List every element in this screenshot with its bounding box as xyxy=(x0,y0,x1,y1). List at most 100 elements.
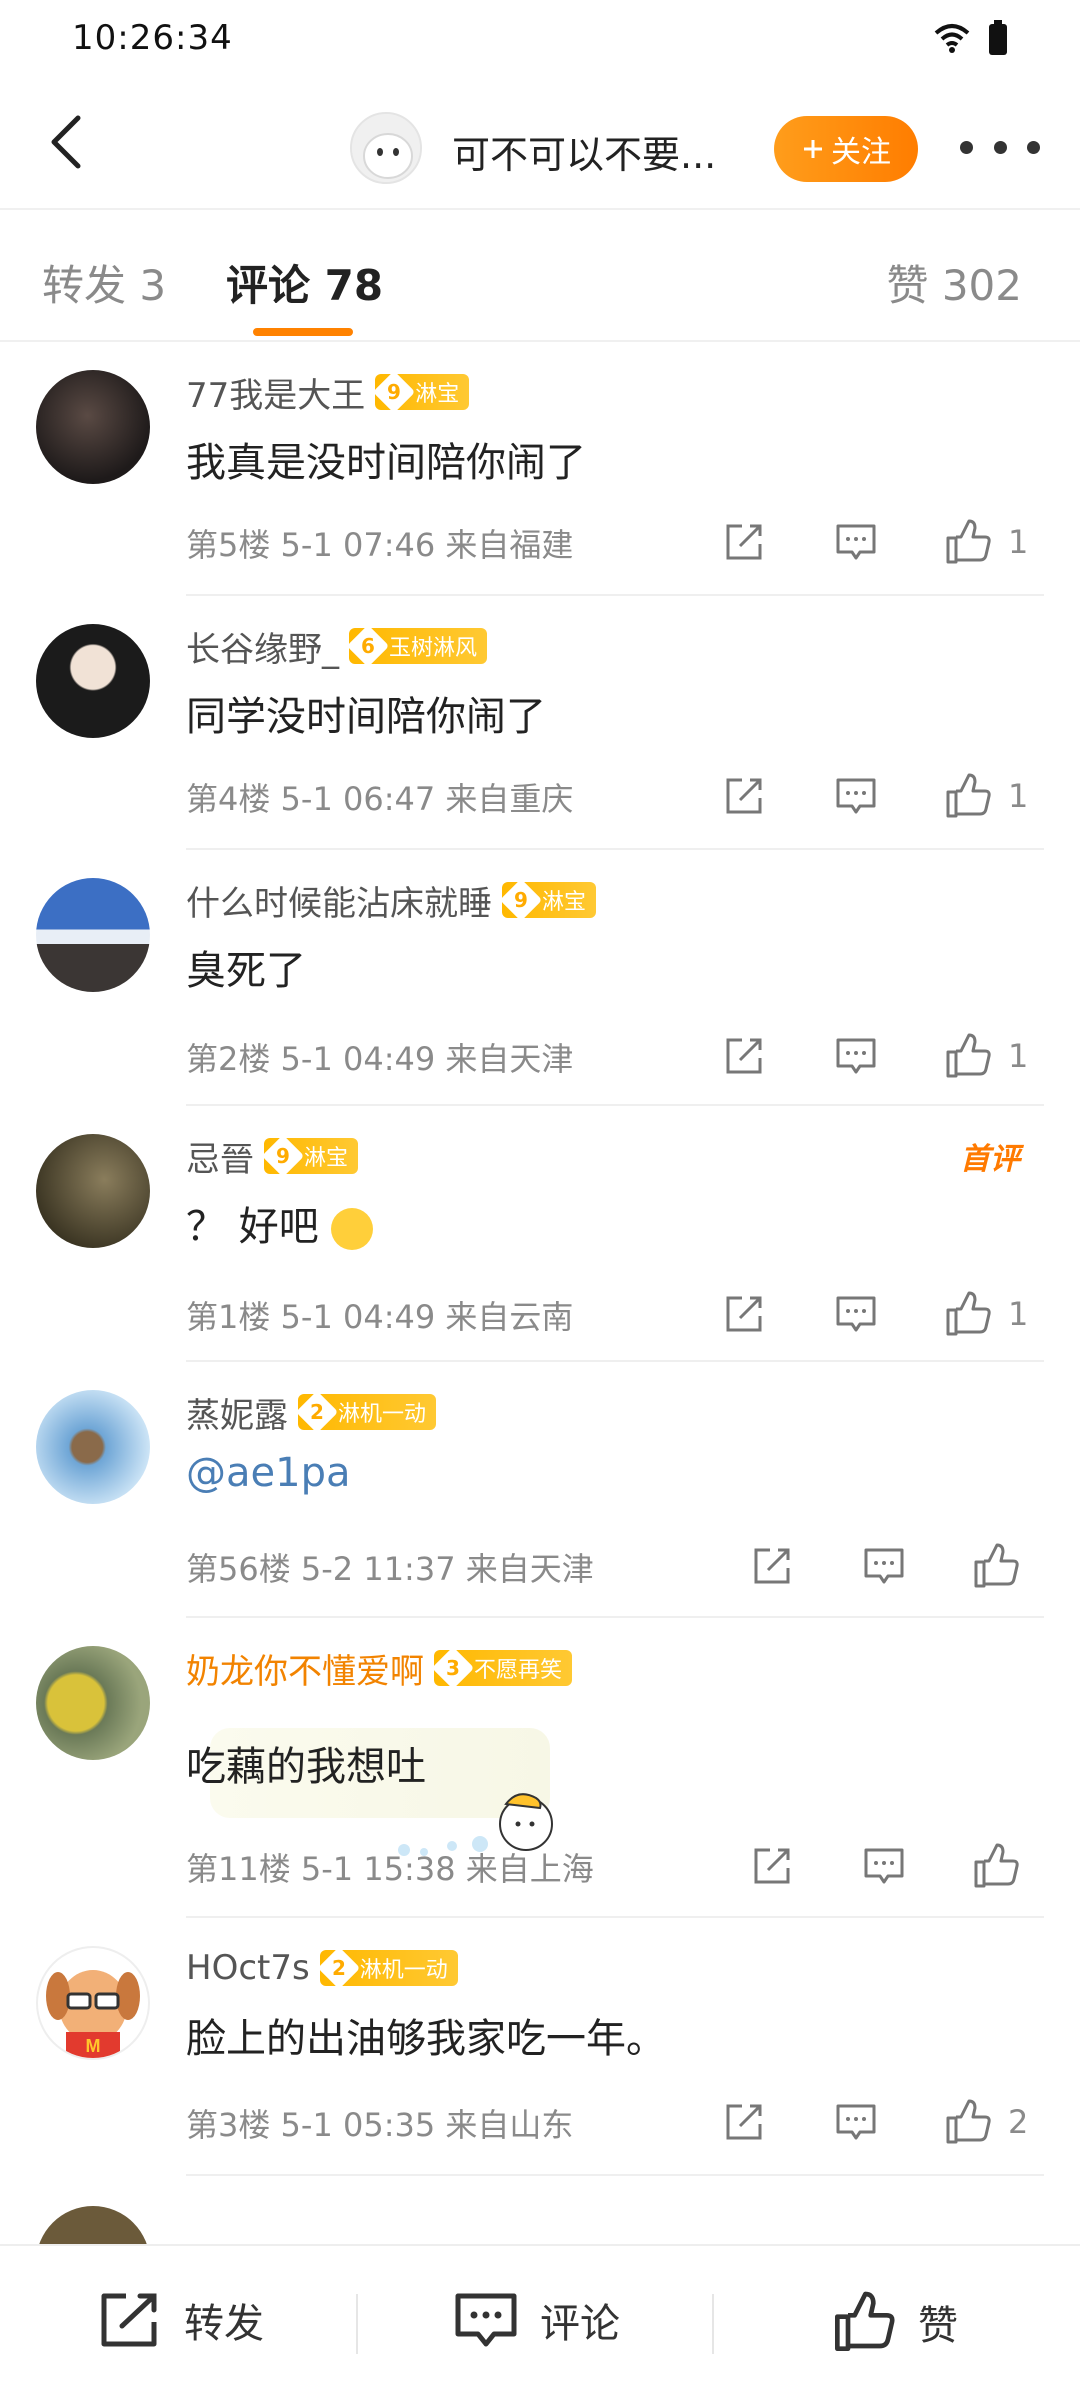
comment-item[interactable]: 忌晉 9 淋宝 首评 ？ 好吧 第1楼 5-1 04:49 来自云南 1 xyxy=(0,1106,1080,1362)
share-button[interactable] xyxy=(714,766,774,826)
avatar[interactable]: M xyxy=(36,1946,150,2060)
comment-icon xyxy=(864,1548,904,1584)
comment-text: 我真是没时间陪你闹了 xyxy=(186,440,586,486)
tab-likes[interactable]: 赞 302 xyxy=(886,252,1022,313)
share-icon xyxy=(754,1848,790,1884)
avatar[interactable] xyxy=(36,624,150,738)
commenter-name[interactable]: 奶龙你不懂爱啊 xyxy=(186,1644,424,1693)
more-button[interactable] xyxy=(960,122,1040,172)
reply-button[interactable] xyxy=(826,1284,886,1344)
commenter-name[interactable]: 长谷缘野_ xyxy=(186,622,339,671)
share-icon xyxy=(726,2104,762,2140)
like-count: 2 xyxy=(1008,2103,1029,2141)
more-dot xyxy=(960,140,973,154)
like-button[interactable] xyxy=(966,1536,1026,1596)
fan-badge[interactable]: 9 淋宝 xyxy=(499,878,597,922)
fan-badge[interactable]: 2 淋机一动 xyxy=(317,1946,458,1990)
name-row: 77我是大王 9 淋宝 xyxy=(186,368,470,417)
comment-icon xyxy=(836,778,876,814)
like-button[interactable] xyxy=(966,1836,1026,1896)
comment-label: 评论 xyxy=(540,2301,620,2347)
reply-button[interactable] xyxy=(826,766,886,826)
post-author-name[interactable]: 可不可以不要... xyxy=(452,124,716,179)
repost-button[interactable]: 转发 xyxy=(98,2290,264,2350)
more-dot xyxy=(1027,140,1040,154)
thumb-up-icon xyxy=(946,1033,991,1078)
like-button[interactable] xyxy=(938,512,998,572)
thumb-up-icon xyxy=(946,519,991,564)
comment-meta: 第1楼 5-1 04:49 来自云南 xyxy=(186,1298,574,1336)
comment-meta: 第3楼 5-1 05:35 来自山东 xyxy=(186,2106,574,2144)
commenter-name[interactable]: 77我是大王 xyxy=(186,368,365,417)
avatar[interactable] xyxy=(36,1646,150,1760)
reply-button[interactable] xyxy=(826,1026,886,1086)
comment-item[interactable]: 蒸妮露 2 淋机一动 @ae1pa 第56楼 5-2 11:37 来自天津 xyxy=(0,1362,1080,1618)
like-count: 1 xyxy=(1008,777,1029,815)
avatar[interactable] xyxy=(36,1390,150,1504)
comment-actions: 1 xyxy=(714,512,1038,572)
avatar[interactable] xyxy=(36,878,150,992)
reply-button[interactable] xyxy=(854,1536,914,1596)
share-icon xyxy=(101,2293,157,2347)
comment-text: 臭死了 xyxy=(186,948,306,994)
fan-badge[interactable]: 2 淋机一动 xyxy=(295,1390,437,1434)
like-count: 1 xyxy=(1008,1037,1029,1075)
plus-icon xyxy=(804,140,822,158)
like-post-button[interactable]: 赞 xyxy=(832,2290,958,2354)
comment-item[interactable]: 奶龙你不懂爱啊 3 不愿再笑 吃藕的我想吐 第11楼 5-1 15:38 来自上海 xyxy=(0,1618,1080,1918)
comment-actions: 2 xyxy=(714,2092,1038,2152)
back-button[interactable] xyxy=(36,112,96,172)
reply-button[interactable] xyxy=(826,2092,886,2152)
fan-badge[interactable]: 3 不愿再笑 xyxy=(431,1646,573,1690)
comment-item[interactable]: 什么时候能沾床就睡 9 淋宝 臭死了 第2楼 5-1 04:49 来自天津 1 xyxy=(0,850,1080,1106)
name-row: 忌晉 9 淋宝 xyxy=(186,1132,359,1181)
comment-item[interactable]: 77我是大王 9 淋宝 我真是没时间陪你闹了 第5楼 5-1 07:46 来自福建… xyxy=(0,342,1080,596)
dog-avatar-icon: M xyxy=(46,1970,140,2058)
follow-button[interactable]: 关注 xyxy=(774,116,918,182)
share-button[interactable] xyxy=(714,2092,774,2152)
commenter-name[interactable]: 什么时候能沾床就睡 xyxy=(186,876,492,925)
share-button[interactable] xyxy=(742,1536,802,1596)
like-button[interactable] xyxy=(938,1026,998,1086)
like-button[interactable] xyxy=(938,1284,998,1344)
comment-meta: 第4楼 5-1 06:47 来自重庆 xyxy=(186,780,574,818)
more-dot xyxy=(993,140,1007,154)
tab-comments[interactable]: 评论 78 xyxy=(226,252,383,313)
fan-badge[interactable]: 9 淋宝 xyxy=(261,1134,359,1178)
comment-meta: 第2楼 5-1 04:49 来自天津 xyxy=(186,1040,574,1078)
commenter-name[interactable]: 蒸妮露 xyxy=(186,1388,288,1437)
avatar[interactable] xyxy=(36,1134,150,1248)
comment-actions xyxy=(742,1536,1026,1596)
like-button[interactable] xyxy=(938,2092,998,2152)
name-row: HOct7s 2 淋机一动 xyxy=(186,1946,458,1990)
reply-button[interactable] xyxy=(826,512,886,572)
separator xyxy=(712,2294,714,2354)
active-tab-indicator xyxy=(253,328,353,336)
share-button[interactable] xyxy=(714,1284,774,1344)
follow-label: 关注 xyxy=(831,135,891,170)
share-icon xyxy=(726,1038,762,1074)
back-arrow-icon xyxy=(51,115,81,169)
share-button[interactable] xyxy=(742,1836,802,1896)
fan-badge[interactable]: 6 玉树淋风 xyxy=(346,624,488,668)
name-row: 蒸妮露 2 淋机一动 xyxy=(186,1388,437,1437)
mention-link[interactable]: @ae1pa xyxy=(186,1450,350,1496)
comment-item[interactable]: 长谷缘野_ 6 玉树淋风 同学没时间陪你闹了 第4楼 5-1 06:47 来自重庆… xyxy=(0,596,1080,850)
fan-badge[interactable]: 9 淋宝 xyxy=(373,370,470,414)
share-icon xyxy=(726,1296,762,1332)
share-button[interactable] xyxy=(714,512,774,572)
commenter-name[interactable]: 忌晉 xyxy=(186,1132,254,1181)
laugh-cry-emoji-icon xyxy=(331,1208,374,1250)
like-button[interactable] xyxy=(938,766,998,826)
avatar[interactable] xyxy=(36,370,150,484)
reply-button[interactable] xyxy=(854,1836,914,1896)
commenter-name[interactable]: HOct7s xyxy=(186,1948,310,1988)
share-button[interactable] xyxy=(714,1026,774,1086)
tab-repost[interactable]: 转发 3 xyxy=(42,252,166,313)
author-avatar[interactable] xyxy=(350,112,422,184)
comment-actions xyxy=(742,1836,1026,1896)
share-icon xyxy=(726,524,762,560)
comment-button[interactable]: 评论 xyxy=(454,2290,620,2350)
first-comment-tag: 首评 xyxy=(960,1142,1020,1177)
comment-item[interactable]: M HOct7s 2 淋机一动 脸上的出油够我家吃一年。 第3楼 5-1 05:3… xyxy=(0,1918,1080,2176)
